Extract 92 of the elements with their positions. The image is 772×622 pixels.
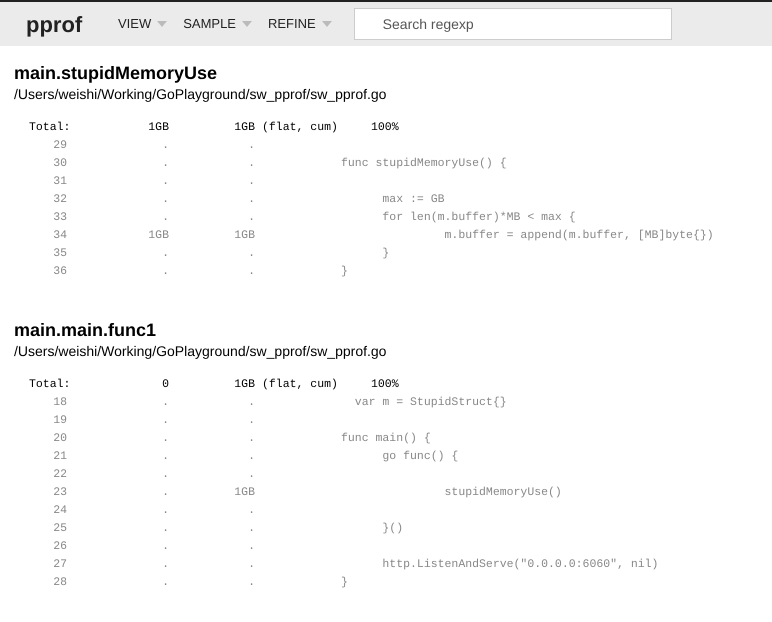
source-code: }()	[381, 521, 404, 537]
flat-value: .	[161, 449, 169, 465]
line-number: 26	[52, 539, 67, 555]
function-name: main.stupidMemoryUse	[14, 62, 218, 84]
total-cum: 1GB	[233, 120, 255, 136]
flat-value: .	[161, 395, 169, 411]
line-number: 27	[52, 557, 67, 573]
line-number: 28	[52, 575, 67, 591]
flat-value: .	[161, 467, 169, 483]
source-code: func main() {	[341, 431, 431, 447]
cum-value: .	[247, 395, 255, 411]
cum-value: 1GB	[233, 228, 255, 244]
cum-value: .	[247, 246, 255, 262]
flat-value: 1GB	[147, 228, 169, 244]
cum-value: .	[247, 192, 255, 208]
total-cum: 1GB	[233, 377, 255, 393]
cum-value: .	[247, 210, 255, 226]
caret-icon	[242, 21, 252, 27]
line-number: 31	[52, 174, 67, 190]
line-number: 25	[52, 521, 67, 537]
cum-value: .	[247, 467, 255, 483]
line-number: 24	[52, 503, 67, 519]
file-path: /Users/weishi/Working/GoPlayground/sw_pprof/sw_pprof.go	[14, 85, 388, 104]
cum-value: .	[247, 156, 255, 172]
cum-value: .	[247, 138, 255, 154]
cum-value: .	[247, 264, 255, 280]
line-number: 21	[52, 449, 67, 465]
line-number: 36	[52, 264, 67, 280]
total-note: (flat, cum)	[261, 377, 339, 393]
line-number: 34	[52, 228, 67, 244]
caret-icon	[157, 21, 168, 27]
total-label: Total:	[29, 120, 72, 136]
flat-value: .	[161, 575, 169, 591]
source-code: m.buffer = append(m.buffer, [MB]byte{})	[444, 228, 714, 244]
source-code: go func() {	[381, 449, 458, 465]
flat-value: .	[161, 192, 169, 208]
menu-button[interactable]: REFINE	[268, 14, 332, 34]
cum-value: .	[247, 521, 255, 537]
cum-value: .	[247, 413, 255, 429]
source-code: }	[341, 264, 348, 280]
line-number: 35	[52, 246, 67, 262]
cum-value: .	[247, 539, 255, 555]
source-code: stupidMemoryUse()	[444, 485, 562, 501]
flat-value: .	[161, 431, 169, 447]
flat-value: .	[161, 156, 169, 172]
flat-value: .	[161, 174, 169, 190]
cum-value: .	[247, 575, 255, 591]
flat-value: .	[161, 246, 169, 262]
cum-value: .	[247, 503, 255, 519]
search-field[interactable]: Search regexp	[354, 8, 672, 40]
line-number: 18	[52, 395, 67, 411]
app-title: pprof	[26, 10, 84, 39]
flat-value: .	[161, 557, 169, 573]
line-number: 20	[52, 431, 67, 447]
source-code: }	[381, 246, 390, 262]
source-code: var m = StupidStruct{}	[354, 395, 507, 411]
menu-button[interactable]: VIEW	[118, 14, 168, 34]
function-name: main.main.func1	[14, 319, 158, 341]
total-label: Total:	[29, 377, 72, 393]
total-percent: 100%	[371, 377, 399, 393]
cum-value: .	[247, 431, 255, 447]
flat-value: .	[161, 503, 169, 519]
total-flat: 1GB	[147, 120, 169, 136]
flat-value: .	[161, 264, 169, 280]
cum-value: .	[247, 174, 255, 190]
total-note: (flat, cum)	[261, 120, 339, 136]
source-code: }	[341, 575, 348, 591]
line-number: 19	[52, 413, 67, 429]
flat-value: .	[161, 485, 169, 501]
line-number: 29	[52, 138, 67, 154]
total-flat: 0	[161, 377, 169, 393]
total-percent: 100%	[371, 120, 399, 136]
cum-value: 1GB	[233, 485, 255, 501]
line-number: 23	[52, 485, 67, 501]
cum-value: .	[247, 449, 255, 465]
source-code: for len(m.buffer)*MB < max {	[381, 210, 576, 226]
flat-value: .	[161, 210, 169, 226]
source-code: http.ListenAndServe("0.0.0.0:6060", nil)	[381, 557, 658, 573]
cum-value: .	[247, 557, 255, 573]
flat-value: .	[161, 539, 169, 555]
line-number: 32	[52, 192, 67, 208]
flat-value: .	[161, 413, 169, 429]
file-path: /Users/weishi/Working/GoPlayground/sw_pprof/sw_pprof.go	[14, 342, 388, 361]
caret-icon	[322, 21, 332, 27]
menu-button[interactable]: SAMPLE	[183, 14, 252, 34]
source-code: func stupidMemoryUse() {	[341, 156, 507, 172]
line-number: 33	[52, 210, 67, 226]
source-code: max := GB	[381, 192, 445, 208]
line-number: 30	[52, 156, 67, 172]
line-number: 22	[52, 467, 67, 483]
flat-value: .	[161, 138, 169, 154]
flat-value: .	[161, 521, 169, 537]
